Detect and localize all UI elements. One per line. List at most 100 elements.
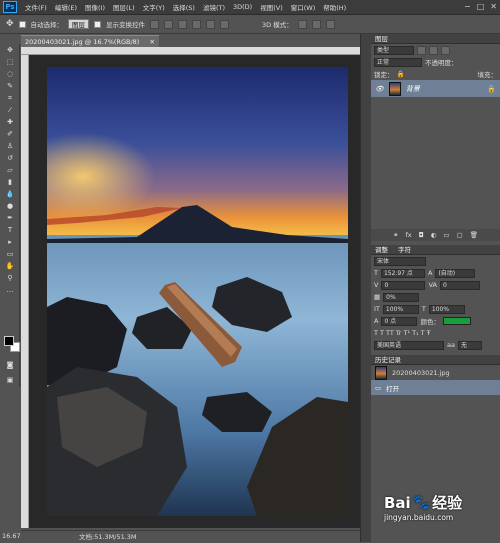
align-top-icon[interactable] — [150, 19, 160, 29]
lock-icon[interactable]: 🔒 — [397, 70, 405, 78]
pen-tool-icon[interactable]: ✒ — [2, 213, 18, 224]
menu-layer[interactable]: 图层(L) — [109, 2, 139, 12]
vertical-scale-field[interactable]: 100% — [382, 304, 419, 314]
lasso-tool-icon[interactable]: ◌ — [2, 69, 18, 80]
stamp-tool-icon[interactable]: ♙ — [2, 141, 18, 152]
move-tool-icon[interactable]: ✥ — [6, 19, 14, 29]
distribute-icon[interactable] — [220, 19, 230, 29]
text-tool-icon[interactable]: T — [2, 225, 18, 236]
3d-scale-icon[interactable] — [325, 19, 335, 29]
menu-select[interactable]: 选择(S) — [169, 2, 199, 12]
dodge-tool-icon[interactable]: ● — [2, 201, 18, 212]
marquee-tool-icon[interactable]: ⬚ — [2, 57, 18, 68]
layer-filter-dropdown[interactable]: 类型 — [374, 45, 414, 55]
text-color-swatch[interactable] — [442, 317, 471, 325]
menu-3d[interactable]: 3D(D) — [229, 3, 256, 11]
tracking-field[interactable]: 0 — [439, 280, 480, 290]
hand-tool-icon[interactable]: ✋ — [2, 261, 18, 272]
3d-pan-icon[interactable] — [311, 19, 321, 29]
underline-button[interactable]: T — [421, 329, 425, 337]
filter-type-icon[interactable] — [441, 45, 450, 55]
path-select-tool-icon[interactable]: ▸ — [2, 237, 18, 248]
document-tab[interactable]: 20200403021.jpg @ 16.7%(RGB/8) ✕ — [21, 35, 159, 47]
menu-help[interactable]: 帮助(H) — [319, 2, 350, 12]
blur-tool-icon[interactable]: 💧 — [2, 189, 18, 200]
add-mask-icon[interactable]: ◘ — [419, 231, 424, 239]
history-tab[interactable]: 历史记录 — [371, 355, 500, 365]
blend-mode-dropdown[interactable]: 正常 — [374, 57, 422, 67]
crop-tool-icon[interactable]: ⌗ — [2, 93, 18, 104]
kerning-field[interactable]: 0 — [381, 280, 426, 290]
subscript-button[interactable]: T₁ — [412, 329, 419, 337]
color-swatches[interactable] — [4, 336, 20, 352]
history-step-open[interactable]: ▭ 打开 — [371, 380, 500, 395]
faux-italic-button[interactable]: T — [380, 329, 384, 337]
quick-select-tool-icon[interactable]: ✎ — [2, 81, 18, 92]
menu-type[interactable]: 文字(Y) — [139, 2, 169, 12]
healing-tool-icon[interactable]: ✚ — [2, 117, 18, 128]
3d-rotate-icon[interactable] — [297, 19, 307, 29]
new-group-icon[interactable]: ▭ — [443, 231, 449, 239]
filter-pixel-icon[interactable] — [417, 45, 426, 55]
leading-field[interactable]: (自动) — [435, 268, 476, 278]
tsume-field[interactable]: 0% — [383, 292, 420, 302]
language-dropdown[interactable]: 美国英语 — [374, 340, 444, 350]
menu-file[interactable]: 文件(F) — [21, 2, 51, 12]
status-bar: 文档:51.3M/51.3M — [21, 530, 360, 542]
all-caps-button[interactable]: TT — [386, 329, 394, 337]
menu-view[interactable]: 视图(V) — [256, 2, 287, 12]
watermark-brand: Bai — [384, 493, 411, 512]
more-tools-icon[interactable]: … — [2, 285, 18, 296]
align-left-icon[interactable] — [192, 19, 202, 29]
auto-select-dropdown[interactable]: 图层 — [68, 19, 90, 29]
brush-tool-icon[interactable]: ✐ — [2, 129, 18, 140]
font-size-field[interactable]: 152.97 点 — [380, 268, 425, 278]
close-button[interactable]: ✕ — [490, 2, 497, 11]
faux-bold-button[interactable]: T — [374, 329, 378, 337]
maximize-button[interactable]: □ — [477, 2, 485, 11]
small-caps-button[interactable]: Tr — [396, 329, 402, 337]
gradient-tool-icon[interactable]: ▮ — [2, 177, 18, 188]
menu-image[interactable]: 图像(I) — [81, 2, 109, 12]
superscript-button[interactable]: T¹ — [403, 329, 410, 337]
layer-row-background[interactable]: 👁 背景 🔒 — [371, 80, 500, 97]
minimize-button[interactable]: − — [464, 2, 471, 11]
layer-style-icon[interactable]: fx — [405, 231, 411, 239]
history-brush-tool-icon[interactable]: ↺ — [2, 153, 18, 164]
eyedropper-tool-icon[interactable]: ⁄ — [2, 105, 18, 116]
horizontal-scale-field[interactable]: 100% — [428, 304, 465, 314]
foreground-color-swatch[interactable] — [4, 336, 14, 346]
layers-tab[interactable]: 图层 — [371, 34, 500, 44]
antialias-dropdown[interactable]: 无 — [457, 340, 482, 350]
auto-select-checkbox[interactable] — [18, 20, 26, 28]
eraser-tool-icon[interactable]: ▱ — [2, 165, 18, 176]
new-layer-icon[interactable]: ▢ — [457, 231, 463, 239]
zoom-tool-icon[interactable]: ⚲ — [2, 273, 18, 284]
tsume-icon: ▦ — [374, 293, 381, 301]
align-middle-icon[interactable] — [164, 19, 174, 29]
screen-mode-icon[interactable]: ▣ — [2, 375, 18, 386]
baseline-field[interactable]: 0 点 — [381, 316, 418, 326]
align-center-icon[interactable] — [206, 19, 216, 29]
align-bottom-icon[interactable] — [178, 19, 188, 29]
document-image[interactable] — [47, 67, 348, 516]
eye-icon[interactable]: 👁 — [375, 85, 384, 93]
menu-filter[interactable]: 滤镜(T) — [199, 2, 229, 12]
filter-adjust-icon[interactable] — [429, 45, 438, 55]
menu-window[interactable]: 窗口(W) — [287, 2, 320, 12]
quick-mask-icon[interactable]: ◙ — [2, 360, 18, 371]
history-snapshot[interactable]: 20200403021.jpg — [371, 365, 500, 380]
link-layers-icon[interactable]: ⚭ — [393, 231, 398, 239]
strikethrough-button[interactable]: Ŧ — [427, 329, 431, 337]
delete-layer-icon[interactable]: 🗑 — [470, 231, 478, 239]
shape-tool-icon[interactable]: ▭ — [2, 249, 18, 260]
toolbox: ✥ ⬚ ◌ ✎ ⌗ ⁄ ✚ ✐ ♙ ↺ ▱ ▮ 💧 ● ✒ T ▸ ▭ ✋ ⚲ … — [0, 44, 20, 387]
menu-edit[interactable]: 编辑(E) — [51, 2, 81, 12]
font-family-dropdown[interactable]: 宋体 — [374, 256, 426, 266]
move-tool-icon[interactable]: ✥ — [2, 45, 18, 56]
show-transform-checkbox[interactable] — [94, 20, 102, 28]
character-tab[interactable]: 字符 — [398, 245, 411, 254]
snapshot-thumbnail — [375, 365, 387, 380]
adjustment-layer-icon[interactable]: ◐ — [431, 231, 437, 239]
adjustments-tab[interactable]: 调整 — [375, 245, 388, 254]
